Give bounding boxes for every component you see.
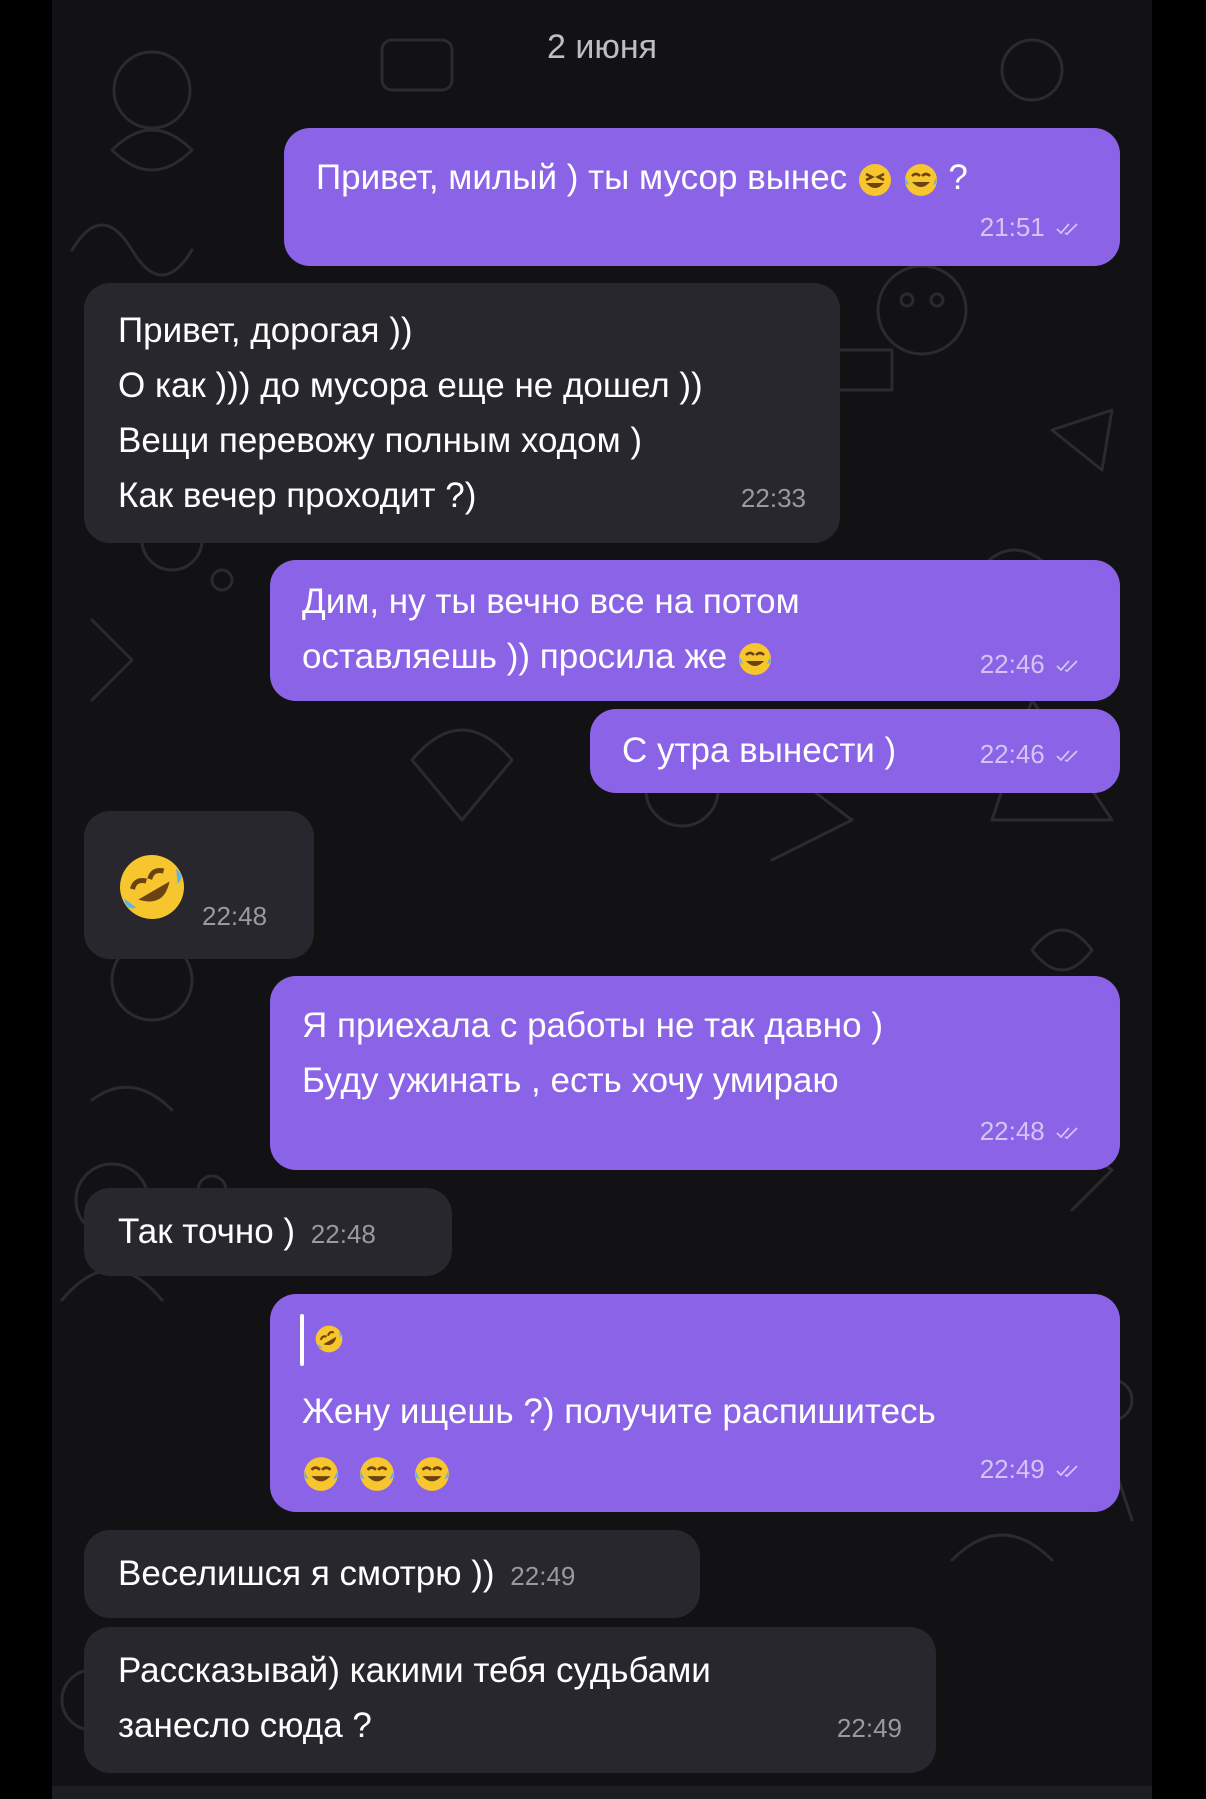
- message-time: 21:51: [979, 212, 1045, 242]
- double-check-icon: [1056, 660, 1078, 673]
- message-text: Жену ищешь ?) получите распишитесь: [302, 1392, 936, 1431]
- message-time: 22:46: [979, 739, 1045, 769]
- message-line: Рассказывай) какими тебя судьбами: [118, 1651, 711, 1690]
- tears-of-joy-emoji: [904, 163, 937, 196]
- incoming-message[interactable]: Рассказывай) какими тебя судьбами занесл…: [84, 1627, 936, 1773]
- message-line: Дим, ну ты вечно все на потом: [302, 582, 800, 621]
- double-check-icon: [1056, 1127, 1078, 1140]
- message-line: Вещи перевожу полным ходом ): [118, 421, 643, 460]
- double-check-icon: [1056, 223, 1078, 236]
- message-meta: 22:48: [202, 901, 267, 931]
- incoming-message[interactable]: Так точно ) 22:48: [84, 1188, 452, 1276]
- outgoing-message[interactable]: Привет, милый ) ты мусор вынес ? 21:51: [284, 128, 1120, 266]
- outgoing-message[interactable]: Жену ищешь ?) получите распишитесь 22:49: [270, 1294, 1120, 1512]
- tears-of-joy-emoji: [415, 1456, 450, 1491]
- incoming-message[interactable]: 22:48: [84, 811, 314, 959]
- message-line: Как вечер проходит ?): [118, 476, 477, 515]
- message-meta: 22:49: [980, 1454, 1080, 1484]
- emoji-line: [302, 1444, 451, 1499]
- message-meta: 22:46: [980, 649, 1080, 679]
- date-separator: 2 июня: [546, 28, 658, 66]
- reply-quote-bar: [300, 1314, 304, 1366]
- message-meta: 22:48: [980, 1116, 1080, 1146]
- message-text: Привет, милый ) ты мусор вынес: [316, 158, 848, 197]
- message-line: Буду ужинать , есть хочу умираю: [302, 1061, 839, 1100]
- message-time: 22:33: [740, 483, 806, 513]
- message-text: Веселишся я смотрю )): [118, 1554, 495, 1593]
- message-meta: 22:49: [837, 1713, 902, 1743]
- message-meta: 22:46: [980, 739, 1080, 769]
- message-time: 22:49: [836, 1713, 902, 1743]
- message-time: 22:48: [310, 1219, 376, 1249]
- outgoing-message[interactable]: С утра вынести ) 22:46: [590, 709, 1120, 793]
- tears-of-joy-emoji: [738, 642, 771, 675]
- message-text: Так точно ): [118, 1212, 296, 1251]
- incoming-message[interactable]: Привет, дорогая )) О как ))) до мусора е…: [84, 283, 840, 543]
- message-line: Привет, дорогая )): [118, 311, 413, 350]
- message-time: 22:46: [979, 649, 1045, 679]
- message-suffix: ?: [948, 158, 968, 197]
- double-check-icon: [1056, 1465, 1078, 1478]
- message-time: 22:48: [202, 901, 268, 931]
- tears-of-joy-emoji: [304, 1456, 338, 1491]
- double-check-icon: [1056, 750, 1078, 763]
- message-time: 22:49: [979, 1454, 1045, 1484]
- message-time: 22:48: [979, 1116, 1045, 1146]
- incoming-message[interactable]: Веселишся я смотрю )) 22:49: [84, 1530, 700, 1618]
- message-line: О как ))) до мусора еще не дошел )): [118, 366, 703, 405]
- outgoing-message[interactable]: Я приехала с работы не так давно ) Буду …: [270, 976, 1120, 1170]
- outgoing-message[interactable]: Дим, ну ты вечно все на потом оставляешь…: [270, 560, 1120, 701]
- message-line: занесло сюда ?: [118, 1706, 372, 1745]
- rolling-on-floor-laughing-emoji: [120, 855, 184, 919]
- message-meta: 22:33: [741, 483, 806, 513]
- tears-of-joy-emoji: [359, 1456, 394, 1491]
- grinning-squint-emoji: [858, 163, 891, 196]
- rolling-on-floor-laughing-emoji: [315, 1325, 343, 1353]
- chat-screen: 2 июня Привет, милый ) ты мусор вынес ? …: [52, 0, 1152, 1799]
- message-line: Я приехала с работы не так давно ): [302, 1006, 883, 1045]
- bottom-edge-bar: [52, 1786, 1152, 1799]
- message-meta: 21:51: [980, 212, 1080, 242]
- message-line: оставляешь )) просила же: [302, 637, 728, 676]
- message-text: С утра вынести ): [622, 731, 897, 770]
- message-time: 22:49: [510, 1561, 576, 1591]
